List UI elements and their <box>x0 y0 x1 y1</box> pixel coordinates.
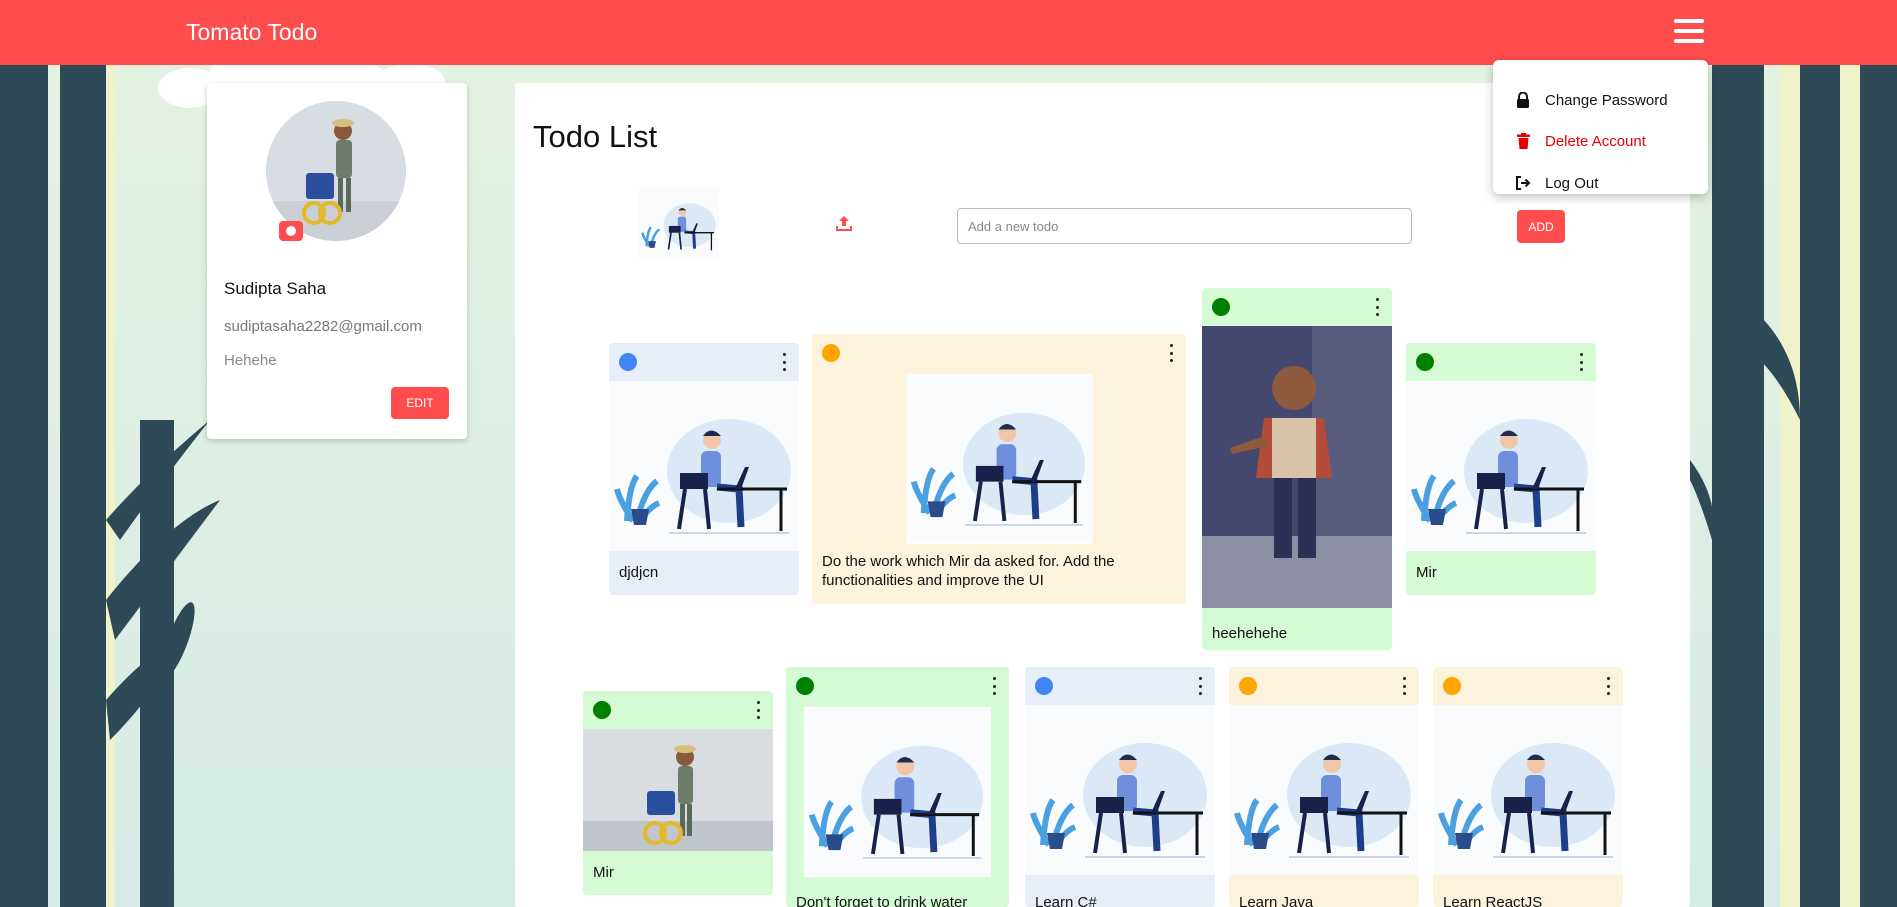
profile-bio: Hehehe <box>224 352 277 369</box>
upload-image-icon[interactable] <box>835 214 853 232</box>
more-options-icon[interactable] <box>755 701 761 719</box>
menu-item-delete-account[interactable]: Delete Account <box>1515 127 1646 155</box>
priority-dot[interactable] <box>619 353 637 371</box>
account-dropdown-menu: Change Password Delete Account Log Out <box>1493 60 1708 194</box>
todo-image <box>609 381 799 551</box>
todo-card[interactable]: Learn ReactJS <box>1433 667 1623 907</box>
todo-text: heehehehe <box>1212 625 1288 642</box>
todo-image <box>1202 326 1392 608</box>
todo-card-header <box>609 343 799 381</box>
priority-dot[interactable] <box>1212 298 1230 316</box>
avatar-photo <box>266 101 406 241</box>
profile-card: Sudipta Saha sudiptasaha2282@gmail.com H… <box>207 83 467 439</box>
todo-text: Learn Java <box>1239 894 1314 907</box>
menu-item-change-password[interactable]: Change Password <box>1515 86 1668 114</box>
todo-card[interactable]: heehehehe <box>1202 288 1392 650</box>
todo-image <box>1433 705 1623 875</box>
todo-text: Learn ReactJS <box>1443 894 1543 907</box>
todo-card[interactable]: Do the work which Mir da asked for. Add … <box>812 334 1186 604</box>
todo-image <box>1025 705 1215 875</box>
todo-card-header <box>583 691 773 729</box>
todo-card[interactable]: Don't forget to drink water <box>786 667 1009 907</box>
profile-email: sudiptasaha2282@gmail.com <box>224 318 422 335</box>
more-options-icon[interactable] <box>1578 353 1584 371</box>
todo-text: Don't forget to drink water <box>796 894 968 907</box>
hamburger-menu-icon[interactable] <box>1674 19 1704 43</box>
priority-dot[interactable] <box>1035 677 1053 695</box>
todo-text: Mir <box>1416 564 1437 581</box>
more-options-icon[interactable] <box>1401 677 1407 695</box>
todo-card-header <box>786 667 1009 705</box>
todo-card[interactable]: djdjcn <box>609 343 799 595</box>
todo-image <box>1229 705 1419 875</box>
todo-card[interactable]: Mir <box>1406 343 1596 595</box>
menu-item-label: Change Password <box>1545 91 1668 109</box>
todo-card[interactable]: Mir <box>583 691 773 895</box>
trash-icon <box>1515 133 1531 149</box>
avatar[interactable] <box>266 101 406 241</box>
menu-item-log-out[interactable]: Log Out <box>1515 169 1598 197</box>
menu-item-label: Delete Account <box>1545 132 1646 150</box>
logout-icon <box>1515 175 1531 191</box>
priority-dot[interactable] <box>1239 677 1257 695</box>
todo-card-header <box>1433 667 1623 705</box>
priority-dot[interactable] <box>1416 353 1434 371</box>
profile-name: Sudipta Saha <box>224 279 327 298</box>
todo-text: Learn C# <box>1035 894 1097 907</box>
todo-text: djdjcn <box>619 564 659 581</box>
todo-image <box>583 729 773 851</box>
new-todo-input[interactable] <box>957 208 1412 244</box>
todo-card-header <box>1025 667 1215 705</box>
more-options-icon[interactable] <box>1197 677 1203 695</box>
todo-card-header <box>812 334 1186 372</box>
todo-text: Do the work which Mir da asked for. Add … <box>822 553 1115 589</box>
todo-text: Mir <box>593 864 614 881</box>
todo-card-header <box>1202 288 1392 326</box>
todo-image <box>906 374 1093 544</box>
todo-image <box>1406 381 1596 551</box>
more-options-icon[interactable] <box>1374 298 1380 316</box>
todo-card-header <box>1406 343 1596 381</box>
todo-card[interactable]: Learn C# <box>1025 667 1215 907</box>
new-todo-image-preview <box>639 183 719 263</box>
top-navbar: Tomato Todo <box>0 0 1897 65</box>
todo-card[interactable]: Learn Java <box>1229 667 1419 907</box>
priority-dot[interactable] <box>593 701 611 719</box>
priority-dot[interactable] <box>822 344 840 362</box>
page-title: Todo List <box>533 119 658 154</box>
priority-dot[interactable] <box>1443 677 1461 695</box>
more-options-icon[interactable] <box>1605 677 1611 695</box>
todo-panel: Todo List ADD <box>515 83 1690 907</box>
more-options-icon[interactable] <box>1168 344 1174 362</box>
more-options-icon[interactable] <box>991 677 997 695</box>
edit-profile-button[interactable]: EDIT <box>391 387 449 419</box>
todo-image <box>804 707 991 877</box>
todo-card-header <box>1229 667 1419 705</box>
add-todo-button[interactable]: ADD <box>1517 210 1565 243</box>
more-options-icon[interactable] <box>781 353 787 371</box>
app-brand[interactable]: Tomato Todo <box>186 19 317 46</box>
lock-icon <box>1515 92 1531 108</box>
menu-item-label: Log Out <box>1545 174 1599 192</box>
camera-icon[interactable] <box>279 221 303 241</box>
priority-dot[interactable] <box>796 677 814 695</box>
